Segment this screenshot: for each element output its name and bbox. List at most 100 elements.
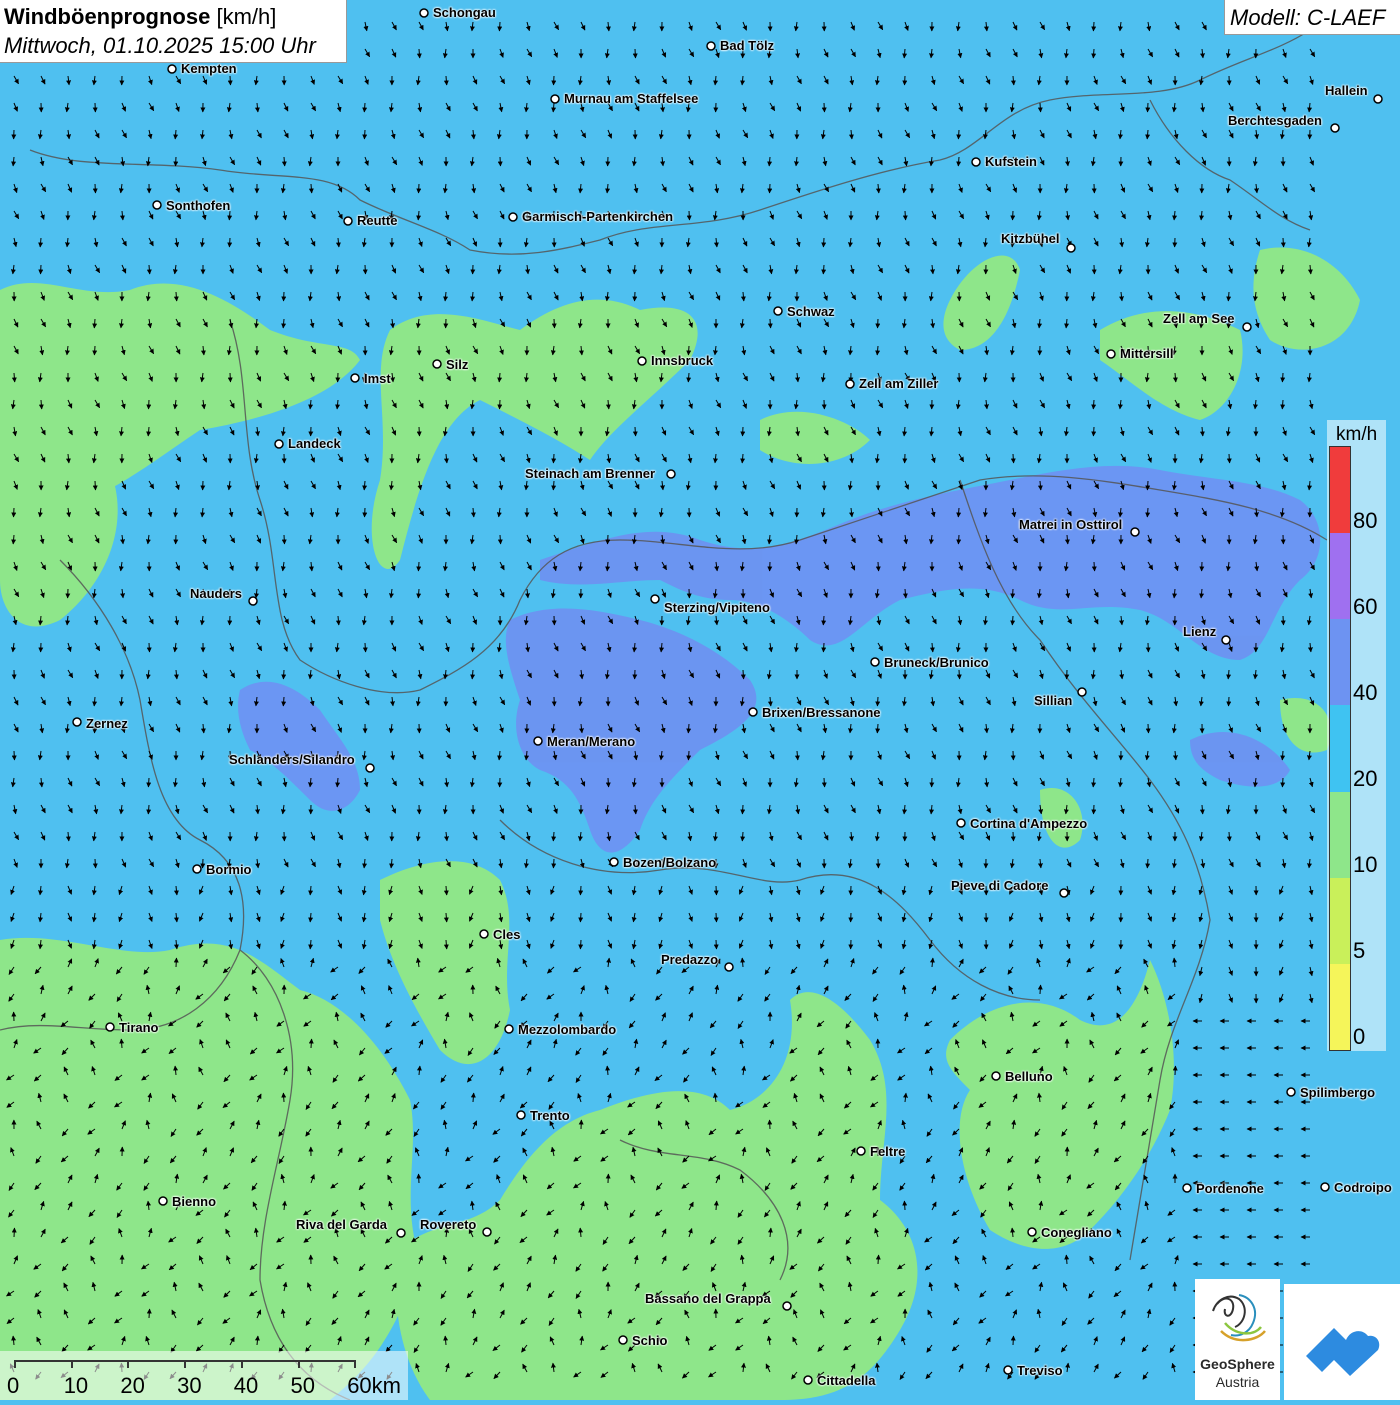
city-dot bbox=[106, 1023, 114, 1031]
wind-arrow bbox=[176, 157, 177, 166]
wind-arrow bbox=[499, 22, 500, 31]
wind-arrow bbox=[14, 1228, 15, 1237]
wind-arrow bbox=[580, 886, 581, 895]
geosphere-logo[interactable]: GeoSphere Austria bbox=[1195, 1279, 1280, 1400]
city-dot bbox=[483, 1228, 491, 1236]
wind-arrow bbox=[1229, 697, 1230, 706]
scale-tick bbox=[184, 1360, 186, 1368]
city-dot bbox=[725, 963, 733, 971]
city-label-schlanders: Schlanders/Silandro bbox=[229, 752, 355, 767]
wind-arrow bbox=[554, 76, 555, 85]
wind-arrow bbox=[230, 616, 231, 625]
model-box: Modell: C-LAEF bbox=[1224, 0, 1400, 35]
wind-arrow bbox=[203, 859, 204, 868]
wind-arrow bbox=[1147, 508, 1148, 517]
legend-tick-label: 10 bbox=[1353, 852, 1377, 878]
scale-tick bbox=[14, 1360, 16, 1368]
city-dot bbox=[193, 865, 201, 873]
scale-label: 40 bbox=[234, 1373, 258, 1399]
city-label-mezzolombardo: Mezzolombardo bbox=[518, 1022, 616, 1037]
geosphere-logo-icon bbox=[1195, 1279, 1280, 1354]
wind-arrow bbox=[419, 1174, 420, 1183]
legend-tick-label: 20 bbox=[1353, 766, 1377, 792]
city-dot bbox=[1243, 323, 1251, 331]
wind-arrow bbox=[1282, 778, 1283, 787]
wind-arrow bbox=[419, 49, 420, 58]
scale-tick bbox=[241, 1360, 243, 1368]
city-dot bbox=[1131, 528, 1139, 536]
scale-tick bbox=[354, 1360, 356, 1368]
wind-arrow bbox=[1040, 985, 1041, 994]
city-dot bbox=[1067, 244, 1075, 252]
city-dot bbox=[1004, 1366, 1012, 1374]
legend-swatch bbox=[1330, 878, 1350, 964]
wind-arrow bbox=[1282, 751, 1283, 760]
wind-arrow bbox=[1040, 103, 1041, 112]
wind-arrow bbox=[418, 589, 419, 598]
city-dot bbox=[1060, 889, 1068, 897]
wind-arrow bbox=[716, 1201, 717, 1210]
city-dot bbox=[749, 708, 757, 716]
city-dot bbox=[610, 858, 618, 866]
city-label-meran: Meran/Merano bbox=[547, 734, 635, 749]
legend-tick-label: 40 bbox=[1353, 680, 1377, 706]
scale-tick bbox=[127, 1360, 129, 1368]
wind-arrow bbox=[635, 292, 636, 301]
wind-arrow bbox=[1147, 481, 1148, 490]
color-legend: km/h 806040201050 bbox=[1327, 420, 1386, 1051]
city-label-schio: Schio bbox=[632, 1333, 667, 1348]
wind-arrow bbox=[419, 427, 420, 436]
scale-tick bbox=[298, 1360, 300, 1368]
wind-arrow bbox=[446, 886, 447, 895]
wind-arrow bbox=[149, 1309, 150, 1318]
wind-arrow bbox=[689, 211, 690, 220]
wind-arrow bbox=[176, 958, 177, 967]
city-dot bbox=[1078, 688, 1086, 696]
wind-arrow bbox=[905, 211, 906, 220]
wind-arrow bbox=[1229, 832, 1230, 841]
city-label-zernez: Zernez bbox=[86, 716, 128, 731]
legend-tick-label: 5 bbox=[1353, 938, 1365, 964]
wind-arrow bbox=[1013, 1336, 1014, 1345]
app-logo[interactable] bbox=[1284, 1284, 1400, 1400]
wind-arrow bbox=[1228, 292, 1229, 301]
city-dot bbox=[638, 357, 646, 365]
wind-arrow bbox=[121, 1039, 122, 1048]
city-label-reutte: Reutte bbox=[357, 213, 397, 228]
wind-arrow bbox=[743, 427, 744, 436]
wind-arrow bbox=[148, 778, 149, 787]
wind-arrow bbox=[1283, 616, 1284, 625]
wind-arrow bbox=[958, 535, 959, 544]
city-label-pordenone: Pordenone bbox=[1196, 1181, 1264, 1196]
city-label-schongau: Schongau bbox=[433, 5, 496, 20]
wind-arrow bbox=[1202, 805, 1203, 814]
city-label-zell-am-see: Zell am See bbox=[1163, 311, 1235, 326]
legend-swatch bbox=[1330, 792, 1350, 878]
wind-arrow bbox=[14, 373, 15, 382]
city-label-bad-toelz: Bad Tölz bbox=[720, 38, 774, 53]
city-dot bbox=[1331, 124, 1339, 132]
city-dot bbox=[1374, 95, 1382, 103]
wind-arrow bbox=[1148, 724, 1149, 733]
map-title-unit: [km/h] bbox=[210, 4, 276, 29]
city-label-belluno: Belluno bbox=[1005, 1069, 1053, 1084]
city-label-steinach: Steinach am Brenner bbox=[525, 466, 655, 481]
wind-arrow bbox=[742, 832, 743, 841]
wind-arrow bbox=[364, 130, 365, 139]
city-dot bbox=[433, 360, 441, 368]
wind-arrow bbox=[500, 400, 501, 409]
wind-arrow bbox=[823, 265, 824, 274]
legend-tick-label: 80 bbox=[1353, 508, 1377, 534]
city-dot bbox=[509, 213, 517, 221]
legend-tick-label: 0 bbox=[1353, 1024, 1365, 1050]
wind-arrow bbox=[716, 940, 717, 949]
city-label-bienno: Bienno bbox=[172, 1194, 216, 1209]
model-label: Modell: C-LAEF bbox=[1230, 5, 1385, 31]
wind-arrow bbox=[716, 913, 717, 922]
wind-arrow bbox=[905, 76, 906, 85]
city-dot bbox=[351, 374, 359, 382]
city-dot bbox=[1321, 1183, 1329, 1191]
wind-arrow bbox=[580, 940, 581, 949]
wind-arrow bbox=[743, 670, 744, 679]
wind-arrow bbox=[284, 292, 285, 301]
